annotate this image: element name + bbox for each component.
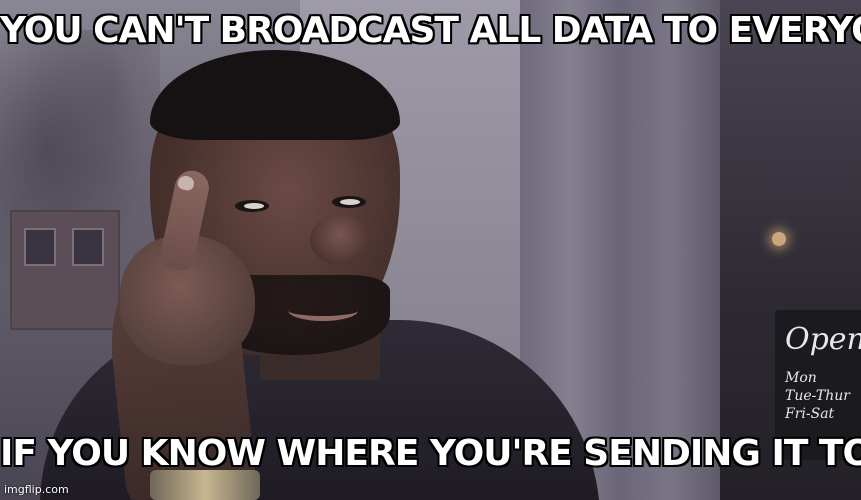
watermark: imgflip.com (4, 483, 69, 496)
sign-open-text: Open (785, 322, 861, 357)
meme-image: Open Mon Tue-Thur Fri-Sat YOU CAN'T BROA… (0, 0, 861, 500)
brick-house (10, 210, 120, 330)
house-window (72, 228, 104, 266)
sign-hours-line: Mon (785, 370, 817, 386)
sign-hours-line: Tue-Thur (785, 388, 850, 404)
lamp-light (772, 232, 786, 246)
left-eye-white (244, 203, 264, 209)
bottom-caption: IF YOU KNOW WHERE YOU'RE SENDING IT TO (0, 433, 861, 474)
nose (310, 215, 370, 265)
sign-hours-line: Fri-Sat (785, 406, 835, 422)
top-caption: YOU CAN'T BROADCAST ALL DATA TO EVERYONE (0, 10, 861, 51)
right-eye-white (340, 199, 360, 205)
smile (288, 300, 358, 321)
house-window (24, 228, 56, 266)
